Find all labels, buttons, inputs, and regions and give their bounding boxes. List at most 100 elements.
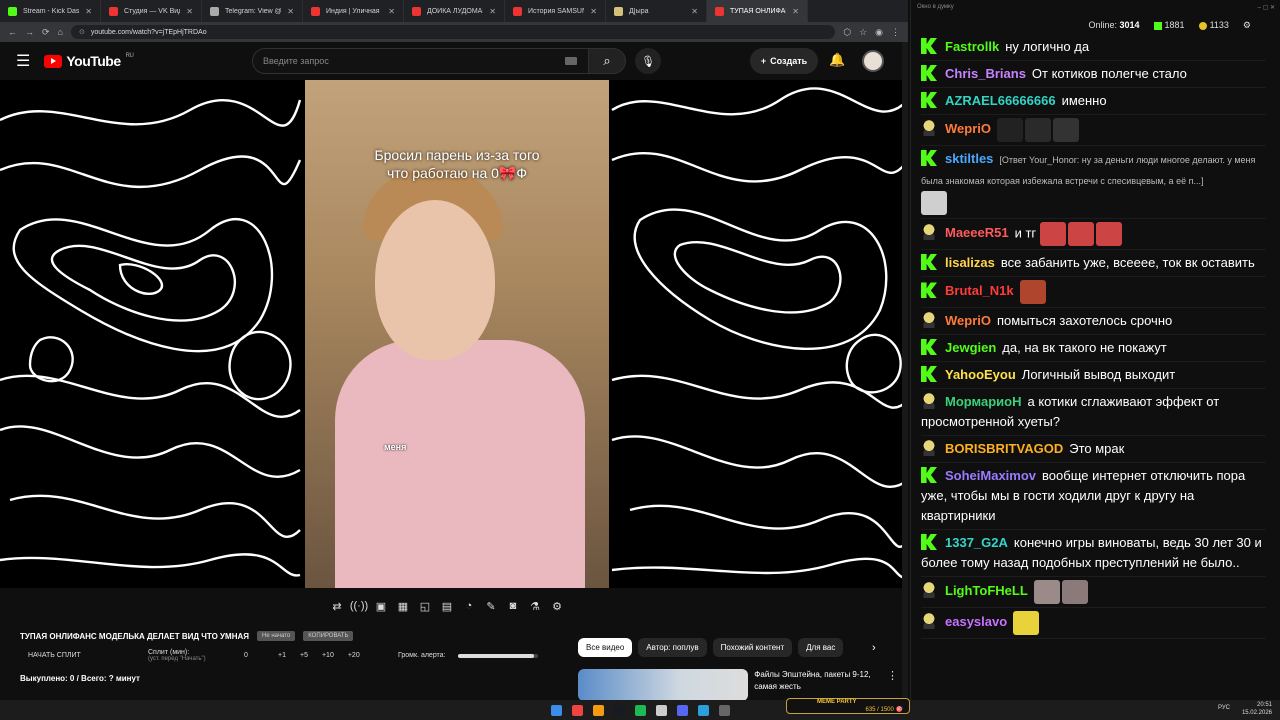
back-icon[interactable]: ← — [8, 27, 17, 37]
camera-icon[interactable]: ◙ — [504, 598, 522, 614]
split-step-button[interactable]: +20 — [348, 652, 360, 659]
chat-message[interactable]: Chris_Brians От котиков полегче стало — [921, 61, 1266, 88]
filter-chip[interactable]: Похожий контент — [712, 638, 793, 657]
system-clock[interactable]: 20:51 15.02.2026 — [1242, 701, 1272, 717]
chat-message[interactable]: sktiltles [Ответ Your_Honor: ну за деньги… — [921, 146, 1266, 219]
tab-close-icon[interactable]: ✕ — [85, 7, 92, 16]
address-bar[interactable]: ⊙ youtube.com/watch?v=jTEpHjTRDAo — [70, 25, 836, 39]
filter-chip[interactable]: Автор: поплув — [638, 638, 707, 657]
menu-dots-icon[interactable]: ⋮ — [891, 27, 900, 38]
speed-gauge-icon[interactable]: ◔ — [460, 598, 478, 614]
chat-message[interactable]: AZRAEL66666666 именно — [921, 88, 1266, 115]
home-icon[interactable]: ⌂ — [58, 27, 63, 37]
app-icon[interactable] — [718, 704, 730, 716]
browser-tab[interactable]: Telegram: View @agmu ✕ — [202, 0, 303, 22]
subtitles-icon[interactable]: ▤ — [438, 598, 456, 614]
obs-icon[interactable] — [655, 704, 667, 716]
site-info-icon[interactable]: ⊙ — [79, 28, 85, 36]
chat-username[interactable]: AZRAEL66666666 — [945, 93, 1056, 108]
spotify-icon[interactable] — [634, 704, 646, 716]
chat-message[interactable]: МормариоН а котики сглаживают эффект от п… — [921, 389, 1266, 436]
browser-tab[interactable]: Индия | Уличная Меда ✕ — [303, 0, 404, 22]
split-step-button[interactable]: +5 — [300, 652, 308, 659]
video-frame[interactable]: Бросил парень из-за того что работаю на … — [305, 80, 609, 588]
video-player[interactable]: Бросил парень из-за того что работаю на … — [0, 80, 908, 588]
chat-username[interactable]: Jewgien — [945, 340, 996, 355]
search-input[interactable]: Введите запрос — [252, 48, 592, 74]
voice-search-button[interactable]: 🎙 — [635, 48, 661, 74]
page-scrollbar[interactable] — [902, 42, 908, 700]
browser-tab[interactable]: ТУПАЯ ОНЛИФАНС М ✕ — [707, 0, 808, 22]
chat-username[interactable]: lisalizas — [945, 255, 995, 270]
copy-button[interactable]: КОПИРОВАТЬ — [303, 631, 354, 641]
flask-icon[interactable]: ⚗ — [526, 598, 544, 614]
picture-in-picture-icon[interactable]: ◱ — [416, 598, 434, 614]
chat-username[interactable]: WepriO — [945, 121, 991, 136]
broadcast-icon[interactable]: ((·)) — [350, 598, 368, 614]
language-indicator[interactable]: РУС — [1218, 705, 1230, 711]
extensions-icon[interactable]: ⬡ — [843, 27, 851, 38]
chat-message[interactable]: Fastrollk ну логично да — [921, 34, 1266, 61]
forward-icon[interactable]: → — [25, 27, 34, 37]
notifications-bell-icon[interactable]: 🔔 — [829, 52, 845, 68]
tab-close-icon[interactable]: ✕ — [388, 7, 395, 16]
loop-icon[interactable]: ⇄ — [328, 598, 346, 614]
chat-message[interactable]: BORISBRITVAGOD Это мрак — [921, 436, 1266, 463]
chat-username[interactable]: WepriO — [945, 313, 991, 328]
chat-username[interactable]: sktiltles — [945, 151, 993, 166]
keyboard-icon[interactable] — [565, 57, 577, 65]
reload-icon[interactable]: ⟳ — [42, 27, 50, 38]
settings-icon[interactable]: ⚙ — [1243, 20, 1251, 31]
steam-icon[interactable] — [613, 704, 625, 716]
chat-message[interactable]: YahooEyou Логичный вывод выходит — [921, 362, 1266, 389]
browser-tab[interactable]: История SAMSUNG. Ка ✕ — [505, 0, 606, 22]
chat-username[interactable]: 1337_G2A — [945, 535, 1008, 550]
filter-chip[interactable]: Все видео — [578, 638, 633, 657]
chevron-right-icon[interactable]: › — [872, 642, 876, 654]
filter-chip[interactable]: Для вас — [798, 638, 844, 657]
search-button[interactable]: ⌕ — [588, 48, 626, 74]
browser-tab[interactable]: Stream - Kick Dashboard ✕ — [0, 0, 101, 22]
browser-tab[interactable]: Д[ыра ✕ — [606, 0, 707, 22]
chat-username[interactable]: Chris_Brians — [945, 66, 1026, 81]
start-split-button[interactable]: НАЧАТЬ СПЛИТ — [28, 652, 148, 659]
chat-username[interactable]: YahooEyou — [945, 367, 1016, 382]
chat-username[interactable]: BORISBRITVAGOD — [945, 441, 1063, 456]
screen-icon[interactable]: ▣ — [372, 598, 390, 614]
browser-tab[interactable]: ДОЙКА ЛУДОМАНОВ ✕ — [404, 0, 505, 22]
telegram-icon[interactable] — [697, 704, 709, 716]
profile-icon[interactable]: ◉ — [875, 27, 883, 38]
split-step-button[interactable]: +10 — [322, 652, 334, 659]
gear-icon[interactable]: ⚙ — [548, 598, 566, 614]
recommended-title[interactable]: Файлы Эпштейна, пакеты 9-12, самая жесть — [754, 669, 881, 701]
chat-message[interactable]: 1337_G2A конечно игры виноваты, ведь 30 л… — [921, 530, 1266, 577]
tab-close-icon[interactable]: ✕ — [590, 7, 597, 16]
film-icon[interactable]: ▦ — [394, 598, 412, 614]
chat-message-list[interactable]: Fastrollk ну логично да Chris_Brians От ко… — [921, 34, 1266, 694]
chat-username[interactable]: easyslavo — [945, 614, 1007, 629]
tab-close-icon[interactable]: ✕ — [691, 7, 698, 16]
split-step-button[interactable]: +1 — [278, 652, 286, 659]
discord-icon[interactable] — [676, 704, 688, 716]
tab-close-icon[interactable]: ✕ — [287, 7, 294, 16]
tab-close-icon[interactable]: ✕ — [489, 7, 496, 16]
chat-message[interactable]: WepriO — [921, 115, 1266, 146]
chat-username[interactable]: Brutal_N1k — [945, 283, 1014, 298]
more-options-icon[interactable]: ⋮ — [887, 669, 898, 701]
edit-icon[interactable]: ✎ — [482, 598, 500, 614]
chat-username[interactable]: SoheiMaximov — [945, 468, 1036, 483]
hamburger-menu-icon[interactable]: ☰ — [16, 51, 30, 71]
chrome-icon[interactable] — [571, 704, 583, 716]
alert-volume-slider[interactable] — [458, 653, 538, 658]
avatar[interactable] — [862, 50, 884, 72]
chat-message[interactable]: Jewgien да, на вк такого не покажут — [921, 335, 1266, 362]
bookmark-star-icon[interactable]: ☆ — [859, 27, 867, 38]
chat-message[interactable]: easyslavo — [921, 608, 1266, 639]
browser-tab[interactable]: Студия — VK Видео Live ✕ — [101, 0, 202, 22]
chat-message[interactable]: lisalizas все забанить уже, всееее, ток в… — [921, 250, 1266, 277]
chat-message[interactable]: MaeeeR51 и тг — [921, 219, 1266, 250]
chat-message[interactable]: SoheiMaximov вообще интернет отключить по… — [921, 463, 1266, 530]
recommended-thumbnail[interactable] — [578, 669, 749, 701]
chat-username[interactable]: LighToFHeLL — [945, 583, 1028, 598]
recommended-video[interactable]: Файлы Эпштейна, пакеты 9-12, самая жесть… — [578, 669, 898, 701]
